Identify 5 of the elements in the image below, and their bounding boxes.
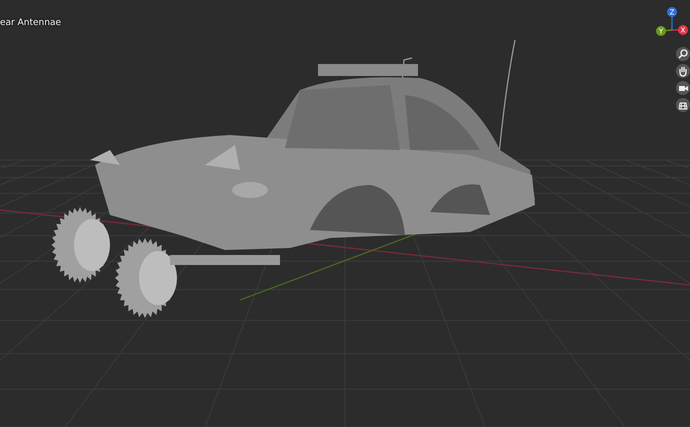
camera-icon[interactable] [676,81,690,95]
hand-icon[interactable] [676,64,690,78]
grid-icon[interactable] [676,98,690,112]
zoom-icon[interactable] [676,47,690,61]
object-label: ear Antennae [0,18,62,28]
